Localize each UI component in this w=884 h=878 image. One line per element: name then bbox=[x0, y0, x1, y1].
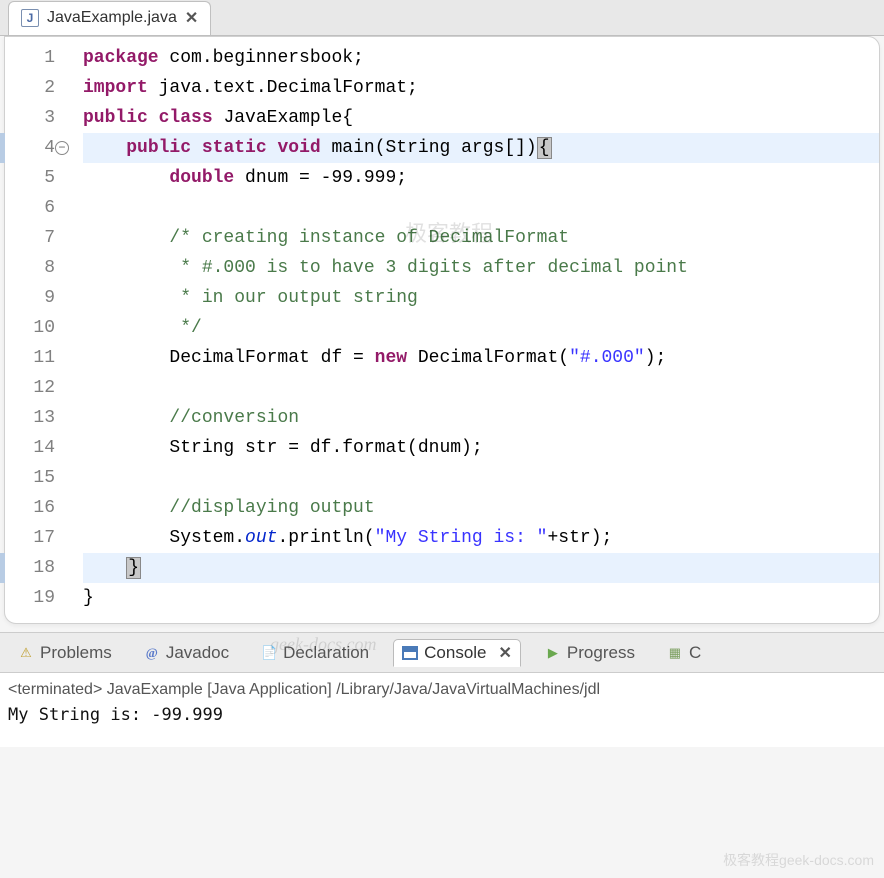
line-number: 19 bbox=[5, 583, 55, 613]
line-number: 7 bbox=[5, 223, 55, 253]
line-number: 12 bbox=[5, 373, 55, 403]
bottom-tab-bar: ⚠ Problems @ Javadoc 📄 Declaration Conso… bbox=[0, 632, 884, 673]
javadoc-icon: @ bbox=[144, 645, 160, 661]
code-line[interactable]: } bbox=[83, 553, 879, 583]
line-number: 14 bbox=[5, 433, 55, 463]
line-number: 4− bbox=[5, 133, 55, 163]
code-line[interactable]: package com.beginnersbook; bbox=[83, 43, 879, 73]
code-line[interactable]: //displaying output bbox=[83, 493, 879, 523]
tab-label: Progress bbox=[567, 643, 635, 663]
code-line[interactable]: public static void main(String args[]){ bbox=[83, 133, 879, 163]
tab-label: Declaration bbox=[283, 643, 369, 663]
tab-label: Console bbox=[424, 643, 486, 663]
line-number: 2 bbox=[5, 73, 55, 103]
progress-icon: ▶ bbox=[545, 645, 561, 661]
line-number-gutter: 1234−5678910111213141516171819 bbox=[5, 43, 63, 613]
code-line[interactable]: //conversion bbox=[83, 403, 879, 433]
code-line[interactable]: * #.000 is to have 3 digits after decima… bbox=[83, 253, 879, 283]
coverage-icon: ▦ bbox=[667, 645, 683, 661]
code-content[interactable]: package com.beginnersbook;import java.te… bbox=[63, 43, 879, 613]
line-number: 16 bbox=[5, 493, 55, 523]
console-icon bbox=[402, 645, 418, 661]
tab-declaration[interactable]: 📄 Declaration bbox=[253, 640, 377, 666]
code-line[interactable]: */ bbox=[83, 313, 879, 343]
code-line[interactable]: import java.text.DecimalFormat; bbox=[83, 73, 879, 103]
problems-icon: ⚠ bbox=[18, 645, 34, 661]
code-editor[interactable]: 1234−5678910111213141516171819 package c… bbox=[5, 37, 879, 623]
editor-tab-label: JavaExample.java bbox=[47, 9, 177, 27]
line-number: 8 bbox=[5, 253, 55, 283]
tab-coverage[interactable]: ▦ C bbox=[659, 640, 709, 666]
tab-javadoc[interactable]: @ Javadoc bbox=[136, 640, 237, 666]
close-icon[interactable]: ✕ bbox=[499, 643, 512, 663]
line-number: 6 bbox=[5, 193, 55, 223]
console-line: My String is: -99.999 bbox=[8, 703, 876, 727]
code-line[interactable]: * in our output string bbox=[83, 283, 879, 313]
code-line[interactable]: /* creating instance of DecimalFormat bbox=[83, 223, 879, 253]
tab-console[interactable]: Console ✕ bbox=[393, 639, 521, 667]
console-output[interactable]: <terminated> JavaExample [Java Applicati… bbox=[0, 673, 884, 747]
declaration-icon: 📄 bbox=[261, 645, 277, 661]
line-number: 18 bbox=[5, 553, 55, 583]
tab-progress[interactable]: ▶ Progress bbox=[537, 640, 643, 666]
line-number: 5 bbox=[5, 163, 55, 193]
code-line[interactable]: System.out.println("My String is: "+str)… bbox=[83, 523, 879, 553]
code-line[interactable]: DecimalFormat df = new DecimalFormat("#.… bbox=[83, 343, 879, 373]
code-line[interactable]: double dnum = -99.999; bbox=[83, 163, 879, 193]
close-icon[interactable]: ✕ bbox=[185, 8, 198, 28]
fold-toggle-icon[interactable]: − bbox=[55, 141, 69, 155]
line-number: 17 bbox=[5, 523, 55, 553]
java-file-icon: J bbox=[21, 9, 39, 27]
tab-label: Problems bbox=[40, 643, 112, 663]
tab-problems[interactable]: ⚠ Problems bbox=[10, 640, 120, 666]
code-line[interactable]: public class JavaExample{ bbox=[83, 103, 879, 133]
bottom-panel: ⚠ Problems @ Javadoc 📄 Declaration Conso… bbox=[0, 632, 884, 747]
code-line[interactable] bbox=[83, 463, 879, 493]
editor-tab[interactable]: J JavaExample.java ✕ bbox=[8, 1, 211, 35]
line-number: 9 bbox=[5, 283, 55, 313]
editor-area: 1234−5678910111213141516171819 package c… bbox=[4, 36, 880, 624]
code-line[interactable] bbox=[83, 373, 879, 403]
line-number: 15 bbox=[5, 463, 55, 493]
line-number: 10 bbox=[5, 313, 55, 343]
code-line[interactable]: } bbox=[83, 583, 879, 613]
line-number: 1 bbox=[5, 43, 55, 73]
line-number: 13 bbox=[5, 403, 55, 433]
tab-label: Javadoc bbox=[166, 643, 229, 663]
tab-label: C bbox=[689, 643, 701, 663]
console-status: <terminated> JavaExample [Java Applicati… bbox=[8, 677, 876, 703]
editor-tab-bar: J JavaExample.java ✕ bbox=[0, 0, 884, 36]
line-number: 11 bbox=[5, 343, 55, 373]
code-line[interactable]: String str = df.format(dnum); bbox=[83, 433, 879, 463]
code-line[interactable] bbox=[83, 193, 879, 223]
line-number: 3 bbox=[5, 103, 55, 133]
watermark-text: 极客教程geek-docs.com bbox=[723, 850, 874, 870]
